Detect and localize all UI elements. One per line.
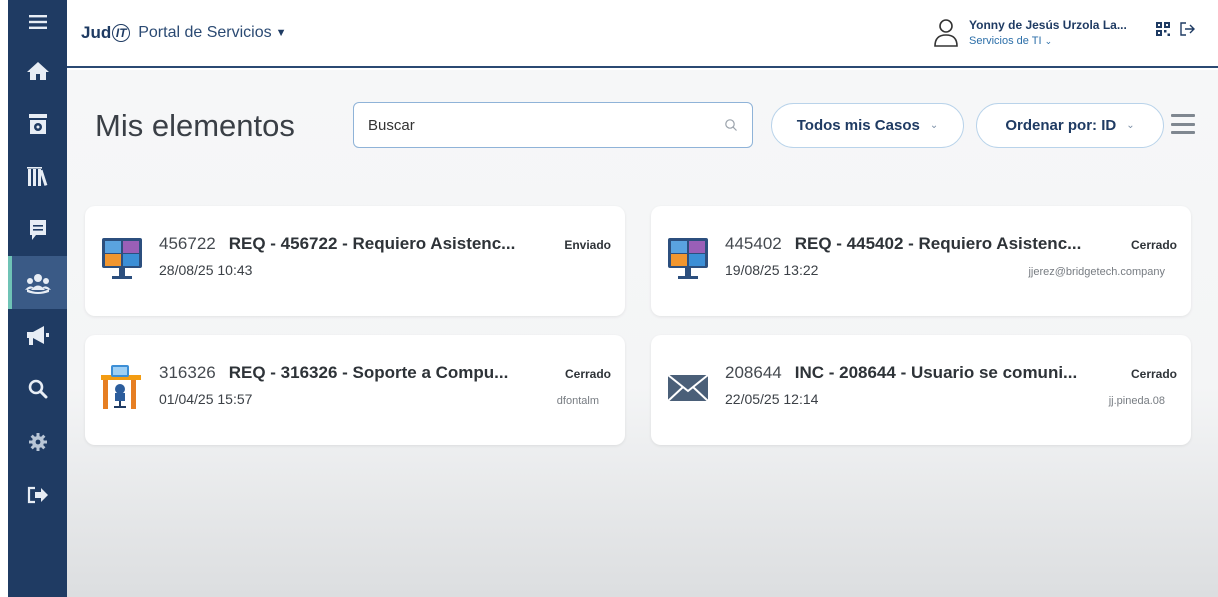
case-id: 445402: [725, 234, 782, 253]
page-title: Mis elementos: [95, 108, 295, 143]
user-role-label: Servicios de TI: [969, 35, 1042, 47]
case-user: jj.pineda.08: [1108, 395, 1165, 407]
user-role[interactable]: Servicios de TI ⌄: [969, 35, 1127, 47]
brand-mark: IT: [112, 24, 131, 42]
chat-icon[interactable]: [8, 203, 67, 256]
header-icons: [1156, 22, 1196, 36]
brand[interactable]: Jud IT Portal de Servicios ▼: [81, 23, 287, 43]
user-icon: [934, 19, 958, 47]
case-date: 28/08/25 10:43: [159, 262, 253, 278]
user-name: Yonny de Jesús Urzola La...: [969, 18, 1127, 32]
status-badge: Enviado: [564, 238, 611, 252]
case-date: 01/04/25 15:57: [159, 391, 253, 407]
status-badge: Cerrado: [1130, 238, 1177, 252]
status-badge: Cerrado: [564, 367, 611, 381]
case-id: 208644: [725, 363, 782, 382]
chevron-down-icon: ⌄: [929, 120, 939, 131]
chevron-down-icon: ⌄: [1126, 120, 1135, 131]
qr-code-icon[interactable]: [1156, 22, 1170, 36]
chevron-down-icon: ⌄: [1044, 36, 1053, 46]
main-content: Mis elementos Todos mis Casos ⌄ Ordenar …: [67, 70, 1218, 597]
group-icon[interactable]: [8, 256, 67, 309]
filter-label: Todos mis Casos: [796, 117, 920, 134]
case-card[interactable]: 208644 INC - 208644 - Usuario se comuni.…: [651, 335, 1191, 445]
case-card[interactable]: 316326 REQ - 316326 - Soporte a Compu...…: [85, 335, 625, 445]
search-icon[interactable]: [724, 118, 738, 132]
search-icon[interactable]: [8, 362, 67, 415]
library-icon[interactable]: [8, 150, 67, 203]
case-card[interactable]: 445402 REQ - 445402 - Requiero Asistenc.…: [651, 206, 1191, 316]
list-menu-icon[interactable]: [1171, 114, 1195, 134]
case-id: 456722: [159, 234, 216, 253]
envelope-icon: [667, 374, 709, 402]
filter-dropdown[interactable]: Todos mis Casos ⌄: [771, 103, 964, 148]
search-input[interactable]: [368, 116, 724, 134]
portal-selector[interactable]: Portal de Servicios ▼: [138, 24, 286, 42]
logout-icon[interactable]: [8, 468, 67, 521]
case-id: 316326: [159, 363, 216, 382]
monitor-icon: [102, 238, 142, 279]
case-card[interactable]: 456722 REQ - 456722 - Requiero Asistenc.…: [85, 206, 625, 316]
search-box[interactable]: [353, 102, 753, 148]
home-icon[interactable]: [8, 44, 67, 97]
case-title: REQ - 445402 - Requiero Asistenc...: [794, 234, 1082, 253]
case-date: 19/08/25 13:22: [725, 262, 819, 278]
case-user: dfontalm: [556, 395, 599, 407]
portal-label: Portal de Servicios: [138, 24, 272, 41]
caret-down-icon: ▼: [275, 27, 287, 39]
user-menu[interactable]: Yonny de Jesús Urzola La... Servicios de…: [933, 18, 1127, 48]
status-badge: Cerrado: [1130, 367, 1177, 381]
megaphone-icon[interactable]: [8, 309, 67, 362]
monitor-icon: [668, 238, 708, 279]
top-header: Jud IT Portal de Servicios ▼ Yonny de Jes…: [67, 0, 1218, 68]
case-date: 22/05/25 12:14: [725, 391, 819, 407]
sort-dropdown[interactable]: Ordenar por: ID ⌄: [976, 103, 1164, 148]
catalog-icon[interactable]: [8, 97, 67, 150]
brand-logo[interactable]: Jud IT: [81, 23, 131, 43]
hamburger-icon[interactable]: [8, 0, 67, 44]
case-title: REQ - 456722 - Requiero Asistenc...: [228, 234, 516, 253]
case-user: jjerez@bridgetech.company: [1028, 266, 1165, 278]
case-title: REQ - 316326 - Soporte a Compu...: [228, 363, 509, 382]
sort-label: Ordenar por: ID: [1005, 117, 1117, 134]
sidebar: [8, 0, 67, 597]
gear-icon[interactable]: [8, 415, 67, 468]
brand-text: Jud: [81, 23, 112, 42]
case-title: INC - 208644 - Usuario se comuni...: [794, 363, 1078, 382]
desk-icon: [101, 365, 141, 409]
sign-out-icon[interactable]: [1180, 22, 1196, 36]
